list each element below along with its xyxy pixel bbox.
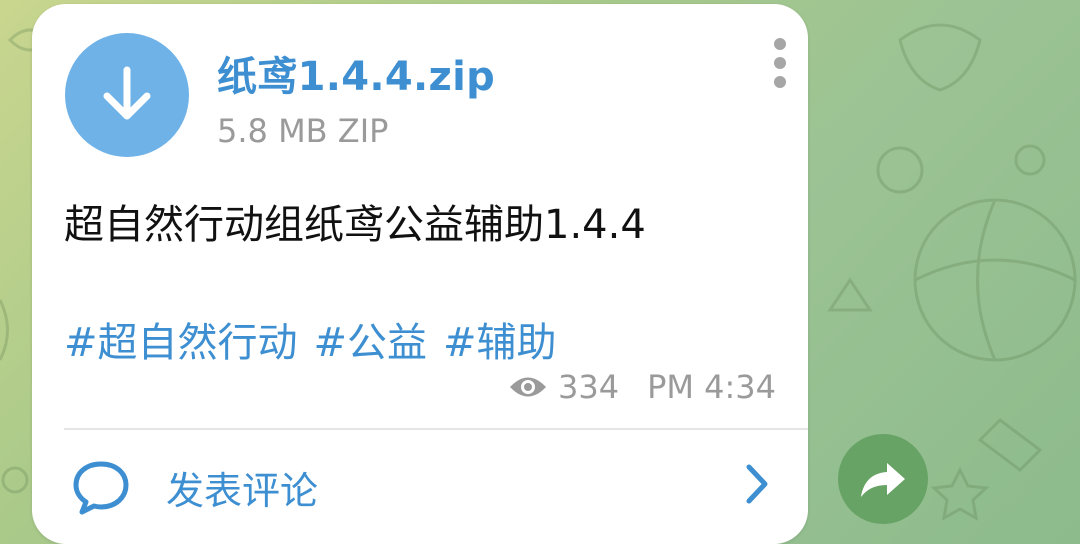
comment-bubble-icon — [73, 461, 129, 515]
message-time: PM 4:34 — [647, 368, 776, 406]
chevron-right-icon — [746, 464, 768, 504]
hashtag-link[interactable]: #辅助 — [443, 310, 557, 368]
file-size: 5.8 MB ZIP — [217, 112, 389, 150]
hashtag-link[interactable]: #超自然行动 — [64, 310, 298, 368]
file-name[interactable]: 纸鸢1.4.4.zip — [217, 44, 495, 102]
message-caption: 超自然行动组纸鸢公益辅助1.4.4 — [64, 202, 646, 248]
menu-dot — [774, 76, 786, 88]
share-arrow-icon — [861, 463, 905, 497]
menu-dot — [774, 38, 786, 50]
download-icon — [103, 66, 151, 120]
message-meta: 334 PM 4:34 — [508, 368, 776, 406]
view-count: 334 — [557, 368, 620, 406]
more-options-button[interactable] — [770, 38, 790, 88]
comment-label: 发表评论 — [166, 468, 319, 513]
message-bubble: 纸鸢1.4.4.zip 5.8 MB ZIP 超自然行动组纸鸢公益辅助1.4.4… — [32, 4, 808, 544]
share-button[interactable] — [838, 434, 928, 524]
file-download-button[interactable] — [65, 33, 189, 157]
hashtag-list: #超自然行动 #公益 #辅助 — [64, 310, 557, 368]
menu-dot — [774, 57, 786, 69]
eye-icon — [509, 377, 546, 397]
comment-button[interactable]: 发表评论 — [32, 430, 808, 544]
hashtag-link[interactable]: #公益 — [314, 310, 428, 368]
